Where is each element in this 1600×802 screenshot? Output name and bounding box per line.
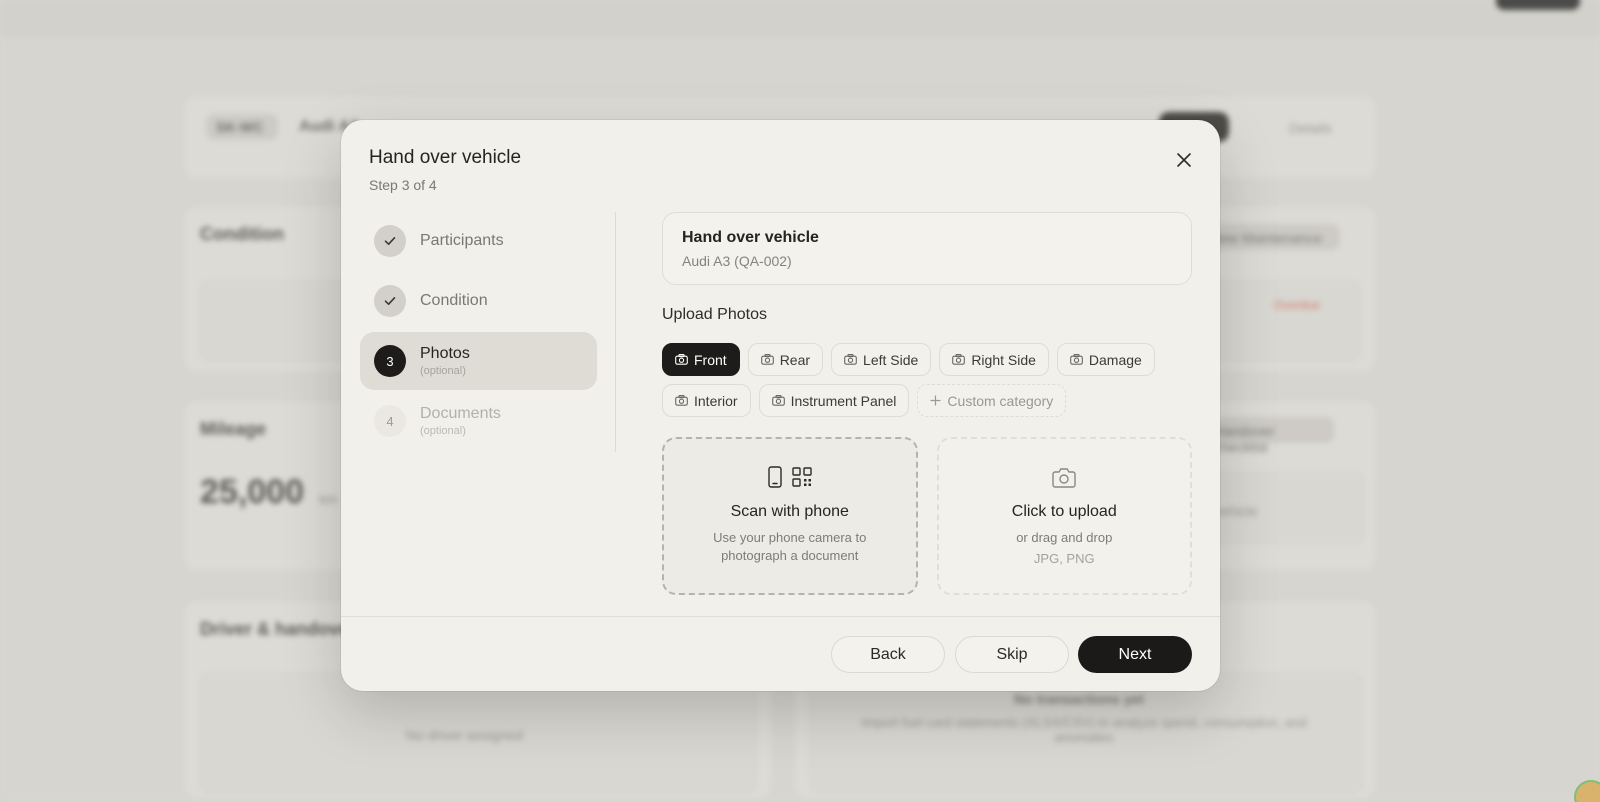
close-icon: [1177, 153, 1191, 167]
vehicle-card-subtitle: Audi A3 (QA-002): [682, 253, 792, 269]
step-number: 3: [374, 345, 406, 377]
back-button[interactable]: Back: [831, 636, 945, 673]
photo-category-list: Front Rear Left Side Right Side Damage I…: [662, 343, 1192, 417]
vehicle-card-title: Hand over vehicle: [682, 229, 819, 246]
category-label: Damage: [1088, 351, 1142, 368]
step-content: Hand over vehicle Audi A3 (QA-002) Uploa…: [662, 212, 1192, 595]
camera-icon: [1070, 354, 1083, 365]
step-label: Photos: [420, 345, 470, 362]
close-button[interactable]: [1170, 146, 1198, 174]
step-label: Documents: [420, 405, 501, 422]
category-label: Rear: [779, 351, 811, 368]
plus-icon: [930, 395, 942, 406]
category-rear[interactable]: Rear: [747, 343, 824, 376]
camera-icon: [675, 354, 688, 365]
vehicle-info-card: Hand over vehicle Audi A3 (QA-002): [662, 212, 1192, 285]
step-note: (optional): [420, 425, 466, 437]
handover-dialog: Hand over vehicle Step 3 of 4 Participan…: [341, 120, 1220, 691]
camera-icon: [844, 354, 857, 365]
category-label: Interior: [694, 392, 738, 409]
stepper-divider: [615, 212, 616, 452]
check-icon: [384, 297, 396, 305]
category-right-side[interactable]: Right Side: [939, 343, 1049, 376]
step-label: Participants: [420, 232, 504, 249]
category-front[interactable]: Front: [662, 343, 740, 376]
step-documents: 4 Documents (optional): [360, 392, 597, 450]
category-label: Right Side: [971, 351, 1036, 368]
camera-icon: [760, 354, 774, 365]
category-instrument-panel[interactable]: Instrument Panel: [758, 384, 910, 417]
category-left-side[interactable]: Left Side: [831, 343, 932, 376]
upload-description: or drag and drop: [1016, 530, 1113, 545]
scan-with-phone-box[interactable]: Scan with phone Use your phone camera to…: [662, 437, 918, 595]
category-damage[interactable]: Damage: [1056, 343, 1155, 376]
upload-options: Scan with phone Use your phone camera to…: [662, 437, 1192, 595]
camera-icon: [952, 354, 966, 365]
step-done-indicator: [374, 285, 406, 317]
category-interior[interactable]: Interior: [662, 384, 751, 417]
step-participants[interactable]: Participants: [360, 212, 597, 270]
category-label: Front: [694, 351, 727, 368]
scan-description: Use your phone camera to photograph a do…: [713, 530, 867, 563]
camera-icon: [675, 395, 688, 406]
category-label: Custom category: [947, 392, 1054, 409]
skip-button[interactable]: Skip: [955, 636, 1069, 673]
step-indicator: Step 3 of 4: [369, 177, 437, 193]
dialog-title: Hand over vehicle: [369, 147, 522, 168]
camera-icon: [771, 395, 785, 406]
step-note: (optional): [420, 365, 466, 377]
stepper: Participants Condition 3 Photos (optiona…: [360, 212, 597, 452]
upload-photos-label: Upload Photos: [662, 306, 767, 323]
add-custom-category-button[interactable]: Custom category: [917, 384, 1067, 417]
category-label: Instrument Panel: [790, 392, 897, 409]
step-number: 4: [374, 405, 406, 437]
camera-icon: [1052, 467, 1076, 488]
step-done-indicator: [374, 225, 406, 257]
scan-title: Scan with phone: [730, 503, 849, 520]
qr-code-icon: [792, 467, 812, 487]
next-button[interactable]: Next: [1078, 636, 1192, 673]
phone-icon: [768, 466, 782, 488]
step-photos[interactable]: 3 Photos (optional): [360, 332, 597, 390]
upload-formats: JPG, PNG: [1033, 551, 1095, 566]
step-label: Condition: [420, 292, 488, 309]
check-icon: [384, 237, 396, 245]
file-upload-dropzone[interactable]: Click to upload or drag and drop JPG, PN…: [936, 437, 1192, 595]
footer-divider: [341, 616, 1220, 617]
category-label: Left Side: [863, 351, 919, 368]
step-condition[interactable]: Condition: [360, 272, 597, 330]
upload-title: Click to upload: [1011, 503, 1117, 520]
